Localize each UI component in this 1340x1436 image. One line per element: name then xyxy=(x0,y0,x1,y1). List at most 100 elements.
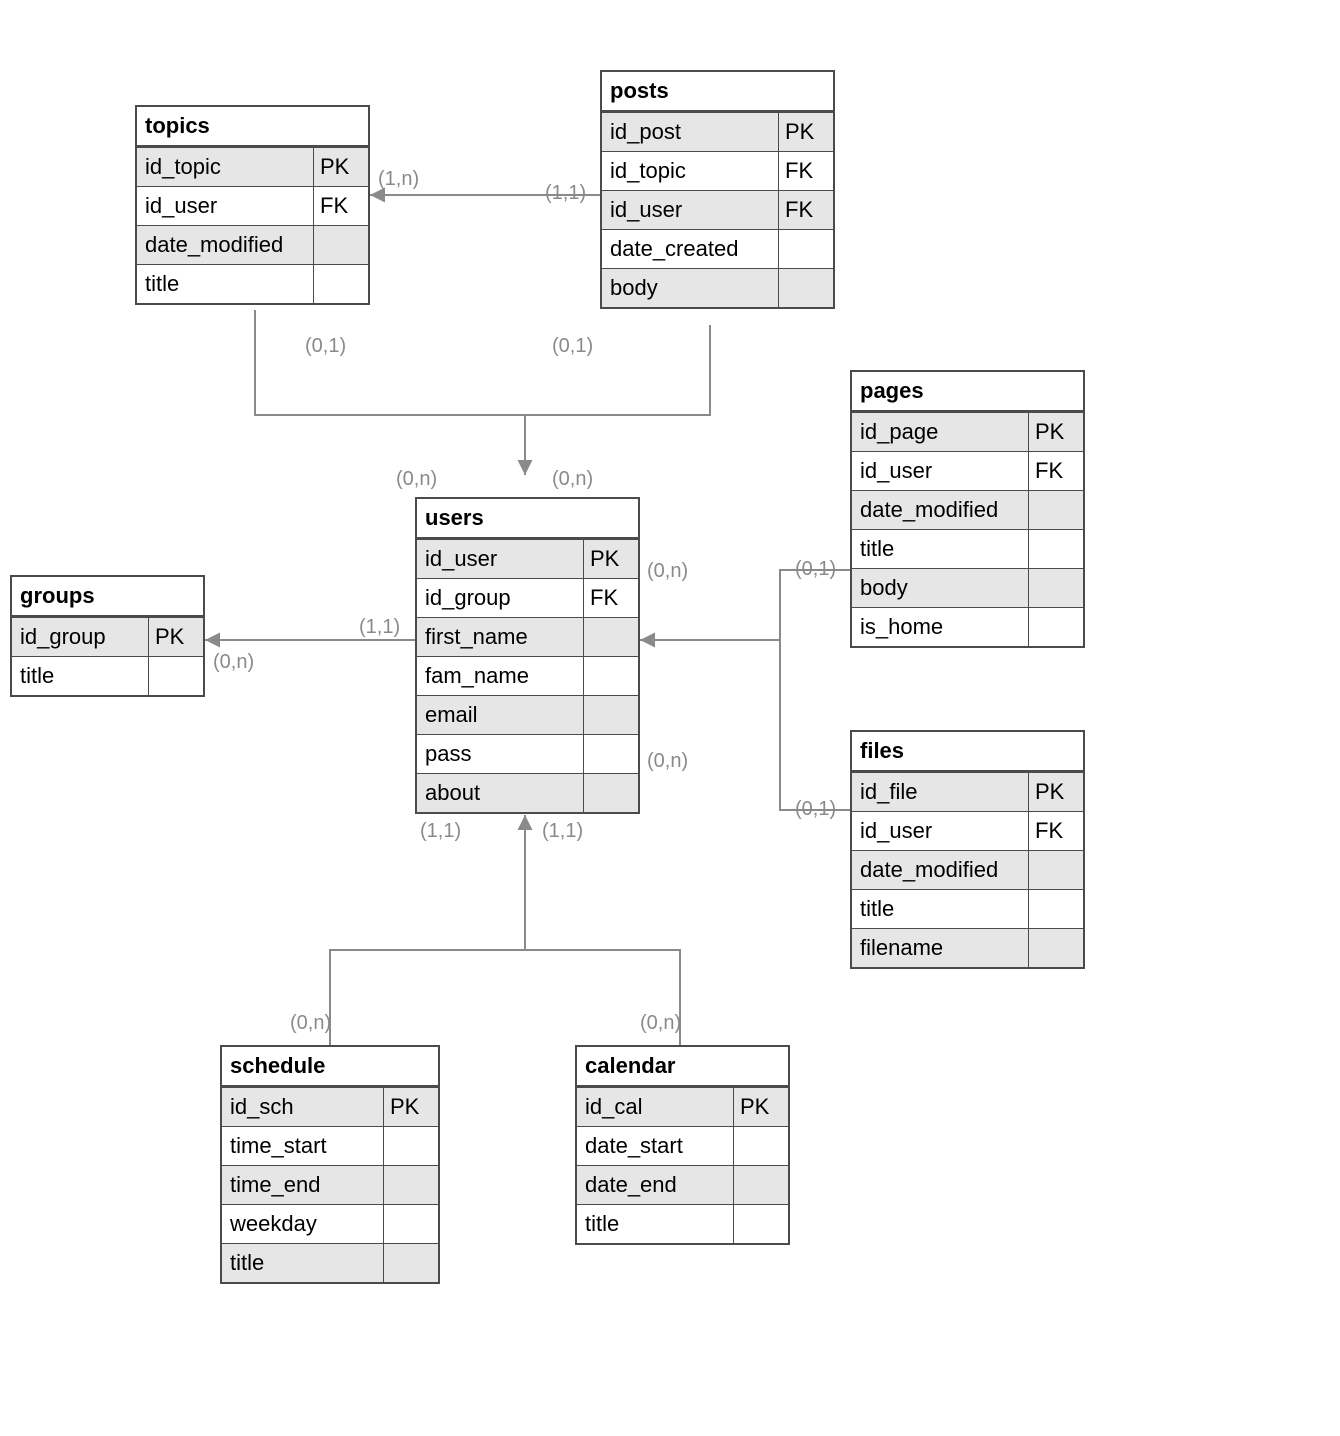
column-key: PK xyxy=(149,618,203,656)
entity-title: schedule xyxy=(222,1047,438,1087)
column-key xyxy=(384,1166,438,1204)
column-key: FK xyxy=(1029,452,1083,490)
table-row: title xyxy=(852,529,1083,568)
column-key xyxy=(584,774,638,812)
column-name: pass xyxy=(417,735,584,773)
cardinality-label: (0,n) xyxy=(647,750,688,773)
column-name: title xyxy=(12,657,149,695)
table-row: body xyxy=(602,268,833,307)
table-row: date_modified xyxy=(852,490,1083,529)
column-name: date_created xyxy=(602,230,779,268)
table-row: date_start xyxy=(577,1126,788,1165)
column-key xyxy=(1029,851,1083,889)
column-name: id_page xyxy=(852,413,1029,451)
column-key xyxy=(1029,530,1083,568)
column-key xyxy=(779,230,833,268)
column-key xyxy=(1029,608,1083,646)
column-name: id_user xyxy=(137,187,314,225)
column-key xyxy=(149,657,203,695)
table-row: weekday xyxy=(222,1204,438,1243)
table-row: id_page PK xyxy=(852,412,1083,451)
table-row: title xyxy=(137,264,368,303)
entity-title: files xyxy=(852,732,1083,772)
entity-topics: topics id_topic PK id_user FK date_modif… xyxy=(135,105,370,305)
column-key xyxy=(1029,890,1083,928)
entity-title: topics xyxy=(137,107,368,147)
table-row: body xyxy=(852,568,1083,607)
column-name: time_start xyxy=(222,1127,384,1165)
entity-files: files id_file PK id_user FK date_modifie… xyxy=(850,730,1085,969)
cardinality-label: (1,n) xyxy=(378,168,419,191)
cardinality-label: (0,1) xyxy=(305,335,346,358)
column-key: PK xyxy=(584,540,638,578)
entity-groups: groups id_group PK title xyxy=(10,575,205,697)
table-row: time_end xyxy=(222,1165,438,1204)
table-row: pass xyxy=(417,734,638,773)
column-name: id_user xyxy=(417,540,584,578)
column-name: id_user xyxy=(602,191,779,229)
entity-title: pages xyxy=(852,372,1083,412)
column-name: id_group xyxy=(417,579,584,617)
column-key xyxy=(384,1127,438,1165)
column-name: id_sch xyxy=(222,1088,384,1126)
column-name: is_home xyxy=(852,608,1029,646)
table-row: id_post PK xyxy=(602,112,833,151)
table-row: first_name xyxy=(417,617,638,656)
column-name: id_file xyxy=(852,773,1029,811)
column-key: FK xyxy=(584,579,638,617)
column-key xyxy=(1029,491,1083,529)
cardinality-label: (1,1) xyxy=(420,820,461,843)
column-name: date_modified xyxy=(852,491,1029,529)
column-name: id_topic xyxy=(602,152,779,190)
table-row: time_start xyxy=(222,1126,438,1165)
column-key xyxy=(734,1205,788,1243)
table-row: id_sch PK xyxy=(222,1087,438,1126)
table-row: id_user PK xyxy=(417,539,638,578)
column-name: title xyxy=(852,890,1029,928)
column-name: date_end xyxy=(577,1166,734,1204)
cardinality-label: (0,n) xyxy=(640,1012,681,1035)
column-key: PK xyxy=(1029,773,1083,811)
table-row: date_modified xyxy=(852,850,1083,889)
entity-pages: pages id_page PK id_user FK date_modifie… xyxy=(850,370,1085,648)
column-name: title xyxy=(852,530,1029,568)
column-name: title xyxy=(222,1244,384,1282)
column-name: id_user xyxy=(852,452,1029,490)
column-key xyxy=(584,657,638,695)
column-name: id_group xyxy=(12,618,149,656)
table-row: id_topic FK xyxy=(602,151,833,190)
cardinality-label: (0,1) xyxy=(795,798,836,821)
table-row: fam_name xyxy=(417,656,638,695)
column-name: body xyxy=(852,569,1029,607)
table-row: id_group FK xyxy=(417,578,638,617)
table-row: is_home xyxy=(852,607,1083,646)
column-key: PK xyxy=(1029,413,1083,451)
column-name: time_end xyxy=(222,1166,384,1204)
column-name: id_topic xyxy=(137,148,314,186)
cardinality-label: (1,1) xyxy=(545,182,586,205)
column-name: id_post xyxy=(602,113,779,151)
cardinality-label: (0,n) xyxy=(552,468,593,491)
table-row: id_topic PK xyxy=(137,147,368,186)
table-row: date_end xyxy=(577,1165,788,1204)
column-name: id_user xyxy=(852,812,1029,850)
column-name: email xyxy=(417,696,584,734)
column-key xyxy=(384,1244,438,1282)
column-key xyxy=(734,1127,788,1165)
table-row: filename xyxy=(852,928,1083,967)
column-name: weekday xyxy=(222,1205,384,1243)
entity-title: groups xyxy=(12,577,203,617)
table-row: id_file PK xyxy=(852,772,1083,811)
entity-users: users id_user PK id_group FK first_name … xyxy=(415,497,640,814)
entity-schedule: schedule id_sch PK time_start time_end w… xyxy=(220,1045,440,1284)
column-key xyxy=(584,696,638,734)
column-key: PK xyxy=(779,113,833,151)
column-key: PK xyxy=(314,148,368,186)
column-key: FK xyxy=(1029,812,1083,850)
cardinality-label: (1,1) xyxy=(359,616,400,639)
column-key xyxy=(734,1166,788,1204)
column-key xyxy=(314,226,368,264)
column-name: first_name xyxy=(417,618,584,656)
column-key: PK xyxy=(384,1088,438,1126)
column-key xyxy=(779,269,833,307)
